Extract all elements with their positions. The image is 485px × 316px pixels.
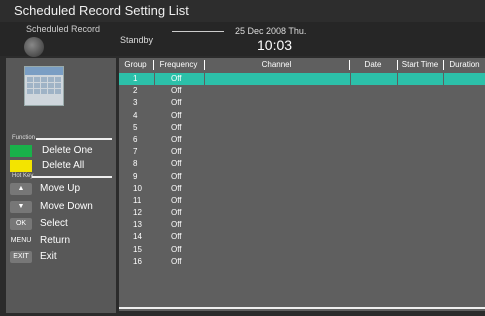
row-frequency: Off <box>171 195 182 205</box>
record-disc-icon <box>24 37 44 57</box>
col-frequency: Frequency <box>159 60 198 69</box>
table-row[interactable]: 4 Off <box>119 110 485 122</box>
row-group: 1 <box>133 74 138 83</box>
row-frequency: Off <box>171 208 182 218</box>
move-down-button[interactable]: ▼ Move Down <box>10 200 93 213</box>
status-header: Scheduled Record Standby 25 Dec 2008 Thu… <box>0 22 485 57</box>
row-frequency: Off <box>171 159 182 169</box>
select-label: Select <box>40 218 68 229</box>
row-group: 11 <box>133 195 142 205</box>
function-section-label: Function <box>12 135 36 141</box>
row-group: 7 <box>133 147 138 157</box>
row-frequency: Off <box>171 110 182 120</box>
row-group: 5 <box>133 122 138 132</box>
table-row[interactable]: 1 Off <box>119 73 485 85</box>
mode-label: Scheduled Record <box>26 24 101 34</box>
calendar-icon <box>24 66 64 106</box>
date-label: 25 Dec 2008 Thu. <box>235 26 307 36</box>
row-group: 6 <box>133 134 138 144</box>
row-frequency: Off <box>171 171 182 181</box>
sidebar: Function Delete One Delete All Hot Key ▲… <box>6 58 116 313</box>
header-divider <box>172 31 224 32</box>
row-frequency: Off <box>171 122 182 132</box>
row-group: 13 <box>133 220 142 230</box>
menu-key-icon: MENU <box>10 236 32 244</box>
row-frequency: Off <box>171 256 182 266</box>
row-group: 12 <box>133 208 142 218</box>
delete-all-button[interactable]: Delete All <box>10 159 84 172</box>
time-label: 10:03 <box>257 37 293 53</box>
hotkey-divider <box>32 176 112 178</box>
row-group: 16 <box>133 256 142 266</box>
window-title: Scheduled Record Setting List <box>0 0 485 22</box>
row-group: 14 <box>133 232 142 242</box>
table-row[interactable]: 9 Off <box>119 171 485 183</box>
row-group: 9 <box>133 171 138 181</box>
row-group: 15 <box>133 244 142 254</box>
col-date: Date <box>364 60 382 69</box>
ok-key-icon: OK <box>10 217 32 230</box>
row-group: 2 <box>133 86 138 96</box>
return-label: Return <box>40 235 71 246</box>
table-row[interactable]: 10 Off <box>119 183 485 195</box>
move-up-button[interactable]: ▲ Move Up <box>10 182 80 195</box>
col-duration: Duration <box>449 60 480 69</box>
delete-all-label: Delete All <box>42 160 85 171</box>
record-list: 1 Off 2 Off 3 Off 4 Off 5 Off 6 Off 7 Off 8 Off… <box>119 73 485 268</box>
table-row[interactable]: 15 Off <box>119 244 485 256</box>
move-down-label: Move Down <box>40 201 93 212</box>
row-frequency: Off <box>171 98 182 108</box>
col-group: Group <box>124 60 147 69</box>
row-group: 4 <box>133 110 138 120</box>
select-button[interactable]: OK Select <box>10 217 68 230</box>
return-button[interactable]: MENU Return <box>10 234 70 247</box>
table-row[interactable]: 2 Off <box>119 85 485 97</box>
table-row[interactable]: 13 Off <box>119 219 485 231</box>
row-frequency: Off <box>171 220 182 230</box>
table-bottom-divider <box>119 307 485 309</box>
down-arrow-icon: ▼ <box>10 200 32 213</box>
green-key-icon <box>10 144 32 157</box>
table-row[interactable]: 7 Off <box>119 146 485 158</box>
row-frequency: Off <box>171 147 182 157</box>
row-frequency: Off <box>171 232 182 242</box>
hotkey-section-label: Hot Key <box>12 173 34 179</box>
table-header: Group Frequency Channel Date Start Time … <box>119 58 485 72</box>
exit-label: Exit <box>40 251 57 262</box>
exit-key-icon: EXIT <box>10 250 32 263</box>
table-row[interactable]: 3 Off <box>119 97 485 109</box>
yellow-key-icon <box>10 159 32 172</box>
row-group: 8 <box>133 159 138 169</box>
up-arrow-icon: ▲ <box>10 182 32 195</box>
table-row[interactable]: 11 Off <box>119 195 485 207</box>
col-channel: Channel <box>261 60 292 69</box>
row-frequency: Off <box>171 244 182 254</box>
row-group: 10 <box>133 183 142 193</box>
record-table: Group Frequency Channel Date Start Time … <box>119 58 485 311</box>
col-start-time: Start Time <box>401 60 439 69</box>
table-row[interactable]: 12 Off <box>119 207 485 219</box>
table-row[interactable]: 16 Off <box>119 256 485 268</box>
delete-one-label: Delete One <box>42 145 93 156</box>
row-group: 3 <box>133 98 138 108</box>
row-frequency: Off <box>171 74 182 83</box>
function-divider <box>36 138 112 140</box>
table-row[interactable]: 6 Off <box>119 134 485 146</box>
exit-button[interactable]: EXIT Exit <box>10 250 57 263</box>
table-row[interactable]: 14 Off <box>119 231 485 243</box>
status-label: Standby <box>120 35 154 45</box>
row-frequency: Off <box>171 86 182 96</box>
row-frequency: Off <box>171 183 182 193</box>
move-up-label: Move Up <box>40 183 81 194</box>
row-frequency: Off <box>171 134 182 144</box>
table-row[interactable]: 8 Off <box>119 158 485 170</box>
delete-one-button[interactable]: Delete One <box>10 144 93 157</box>
table-row[interactable]: 5 Off <box>119 122 485 134</box>
